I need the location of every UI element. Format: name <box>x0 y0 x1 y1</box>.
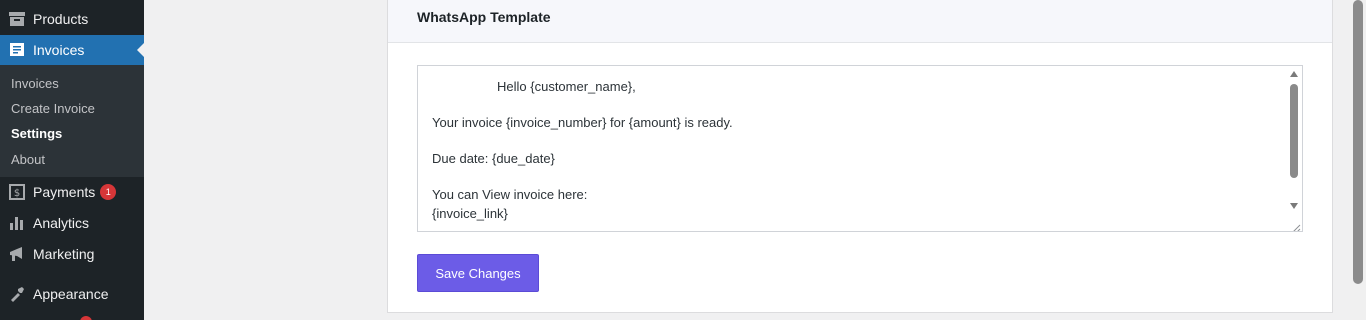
template-line: Your invoice {invoice_number} for {amoun… <box>432 115 733 130</box>
sidebar-item-marketing[interactable]: Marketing <box>0 239 144 269</box>
window-scrollbar-thumb[interactable] <box>1353 0 1363 284</box>
partial-notification-badge <box>80 316 92 320</box>
sidebar-item-label: Marketing <box>33 246 95 262</box>
notification-badge: 1 <box>100 184 117 200</box>
sidebar-item-appearance[interactable]: Appearance <box>0 279 144 309</box>
template-line: Due date: {due_date} <box>432 151 555 166</box>
window-scrollbar[interactable] <box>1350 0 1366 320</box>
sidebar-item-products[interactable]: Products <box>0 4 144 34</box>
invoices-submenu: Invoices Create Invoice Settings About <box>0 65 144 177</box>
submenu-item-settings[interactable]: Settings <box>11 125 62 143</box>
template-textarea[interactable]: Hello {customer_name}, Your invoice {inv… <box>417 65 1303 232</box>
submenu-item-about[interactable]: About <box>11 151 45 169</box>
scrollbar-thumb[interactable] <box>1290 84 1298 178</box>
marketing-icon <box>7 244 27 264</box>
invoices-icon <box>7 40 27 60</box>
sidebar-item-payments[interactable]: $ Payments 1 <box>0 177 144 207</box>
sidebar-item-label: Analytics <box>33 215 90 231</box>
submenu-item-create-invoice[interactable]: Create Invoice <box>11 100 95 118</box>
submenu-item-invoices[interactable]: Invoices <box>11 75 59 93</box>
scroll-up-icon[interactable] <box>1290 71 1298 77</box>
payments-icon: $ <box>7 182 27 202</box>
template-line: {invoice_link} <box>432 206 508 221</box>
panel-header: WhatsApp Template <box>388 0 1332 43</box>
sidebar-item-invoices[interactable]: Invoices <box>0 35 144 65</box>
scroll-down-icon[interactable] <box>1290 203 1298 209</box>
textarea-scrollbar[interactable] <box>1287 66 1302 231</box>
sidebar-item-label: Appearance <box>33 286 109 302</box>
save-changes-button[interactable]: Save Changes <box>417 254 539 292</box>
resize-handle-icon[interactable] <box>1291 220 1301 231</box>
panel-title: WhatsApp Template <box>417 9 551 25</box>
products-icon <box>7 9 27 29</box>
sidebar-item-label: Products <box>33 11 89 27</box>
template-line: Hello {customer_name}, <box>432 79 636 94</box>
svg-text:$: $ <box>14 188 20 199</box>
admin-sidebar: Products Invoices Invoices Create Invoic… <box>0 0 144 320</box>
sidebar-item-analytics[interactable]: Analytics <box>0 208 144 238</box>
whatsapp-template-panel: WhatsApp Template Hello {customer_name},… <box>387 0 1333 313</box>
analytics-icon <box>7 213 27 233</box>
template-line: You can View invoice here: <box>432 187 588 202</box>
sidebar-item-label: Payments <box>33 184 96 200</box>
appearance-icon <box>7 284 27 304</box>
sidebar-item-label: Invoices <box>33 42 85 58</box>
